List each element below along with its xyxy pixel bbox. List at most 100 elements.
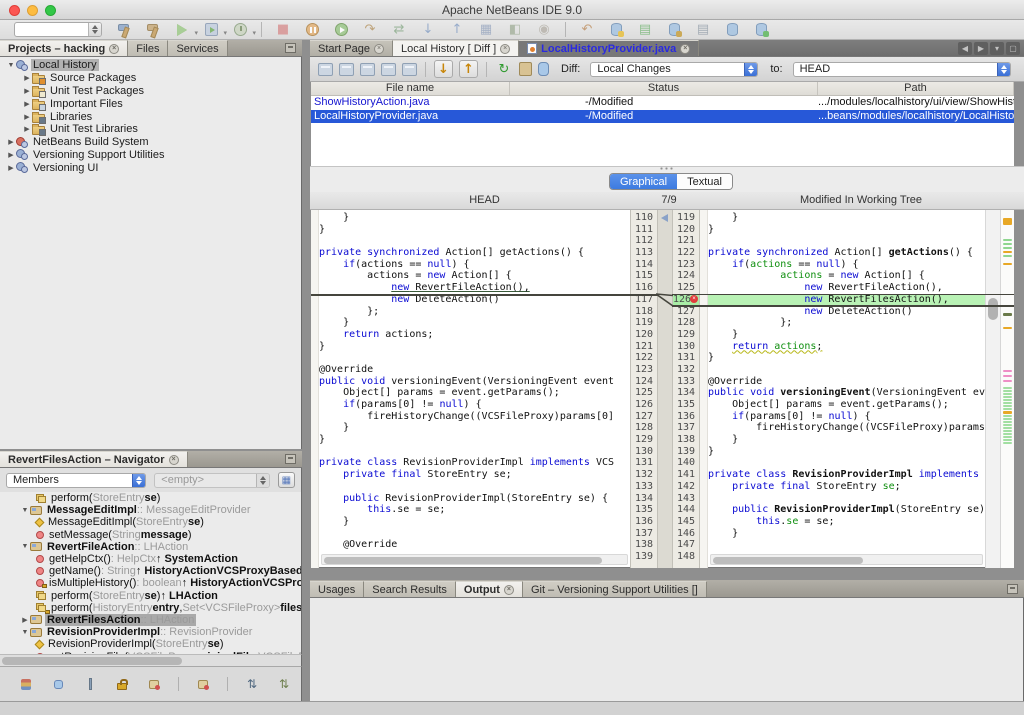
right-code-pane[interactable]: }}private synchronized Action[] getActio… bbox=[708, 210, 985, 568]
navigator-scope-combo[interactable]: Members bbox=[6, 473, 146, 488]
tab-revertfilesaction-navigator[interactable]: RevertFilesAction – Navigator× bbox=[0, 451, 188, 467]
scrollbar-thumb[interactable] bbox=[988, 298, 998, 320]
expander-icon[interactable]: ▶ bbox=[6, 164, 16, 172]
scrollbar-thumb[interactable] bbox=[324, 557, 602, 564]
db-lock-icon[interactable] bbox=[664, 21, 684, 38]
diff-target-combo[interactable]: HEAD bbox=[793, 62, 1011, 77]
code-line[interactable]: fireHistoryChange((VCSFileProxy)params[0… bbox=[319, 411, 630, 423]
stop-icon[interactable]: ■ bbox=[273, 21, 293, 38]
diff-source-combo[interactable]: Local Changes bbox=[590, 62, 758, 77]
output-panel[interactable] bbox=[310, 598, 1024, 701]
combo-stepper-icon[interactable] bbox=[256, 474, 269, 487]
open-in-editor-icon[interactable] bbox=[519, 62, 532, 76]
refresh-icon[interactable]: ↻ bbox=[495, 60, 513, 78]
right-horizontal-scrollbar[interactable] bbox=[710, 554, 983, 565]
go-previous-difference-icon[interactable]: ↑ bbox=[459, 60, 478, 78]
expander-icon[interactable]: ▼ bbox=[20, 629, 30, 636]
combo-stepper-icon[interactable] bbox=[132, 474, 145, 487]
show-non-public-members-icon[interactable] bbox=[114, 676, 130, 692]
table-row-localhistoryprovider-java[interactable]: LocalHistoryProvider.java-/Modified...be… bbox=[311, 110, 1014, 124]
graphical-toggle-button[interactable]: Graphical bbox=[610, 174, 677, 189]
sort-by-source-icon[interactable]: ⇅ bbox=[244, 676, 260, 692]
close-icon[interactable]: × bbox=[504, 585, 514, 595]
code-line[interactable]: this.se = se; bbox=[708, 516, 985, 528]
notebook-icon[interactable]: ▤ bbox=[635, 21, 655, 38]
code-line[interactable]: } bbox=[708, 329, 985, 341]
scroll-tabs-right-icon[interactable]: ▶ bbox=[974, 42, 988, 55]
code-line[interactable] bbox=[319, 235, 630, 247]
commit-icon[interactable]: ↑ bbox=[447, 21, 467, 38]
close-icon[interactable]: × bbox=[500, 44, 510, 54]
navigator-columns-button[interactable]: ▦ bbox=[278, 472, 295, 488]
navigator-filter-combo[interactable]: <empty> bbox=[154, 473, 269, 488]
code-line[interactable]: return actions; bbox=[708, 341, 985, 353]
combo-stepper-icon[interactable] bbox=[997, 63, 1010, 76]
code-line[interactable]: } bbox=[319, 516, 630, 528]
tree-item-local-history[interactable]: ▼Local History bbox=[0, 59, 301, 72]
projects-panel[interactable]: ▼Local History▶Source Packages▶Unit Test… bbox=[0, 57, 302, 449]
code-line[interactable] bbox=[708, 539, 985, 551]
clean-build-project-icon[interactable] bbox=[143, 21, 163, 38]
code-line[interactable]: } bbox=[708, 528, 985, 540]
expander-icon[interactable]: ▼ bbox=[20, 507, 30, 514]
code-line[interactable]: new DeleteAction() bbox=[319, 294, 630, 306]
right-vertical-scrollbar[interactable] bbox=[985, 210, 1000, 568]
db-icon[interactable] bbox=[722, 21, 742, 38]
code-line[interactable]: new RevertFilesAction(), bbox=[708, 294, 985, 306]
code-line[interactable]: public void versioningEvent(VersioningEv… bbox=[708, 387, 985, 399]
code-line[interactable]: new DeleteAction() bbox=[708, 306, 985, 318]
apply-changes-icon[interactable]: ◧ bbox=[505, 21, 525, 38]
navigator-horizontal-scrollbar[interactable] bbox=[0, 654, 302, 666]
close-icon[interactable]: × bbox=[109, 44, 119, 54]
code-line[interactable]: @Override bbox=[319, 364, 630, 376]
profile-project-icon[interactable]: ▾ bbox=[230, 21, 250, 38]
column-file-name[interactable]: File name bbox=[311, 82, 510, 95]
debug-project-icon[interactable]: ▾ bbox=[201, 21, 221, 38]
code-line[interactable]: if(actions == null) { bbox=[708, 259, 985, 271]
navigator-item[interactable]: perform(StoreEntry se) bbox=[0, 492, 301, 504]
tab-search-results[interactable]: Search Results bbox=[364, 581, 456, 597]
code-line[interactable]: public void versioningEvent(VersioningEv… bbox=[319, 376, 630, 388]
db-export-icon[interactable] bbox=[751, 21, 771, 38]
code-line[interactable] bbox=[319, 528, 630, 540]
splitter-grip[interactable] bbox=[659, 167, 675, 170]
expander-icon[interactable]: ▶ bbox=[22, 125, 32, 133]
list-icon[interactable]: ▤ bbox=[693, 21, 713, 38]
git-revert-icon[interactable]: ↶ bbox=[577, 21, 597, 38]
navigator-item[interactable]: MessageEditImpl(StoreEntry se) bbox=[0, 516, 301, 528]
code-line[interactable]: @Override bbox=[319, 539, 630, 551]
error-stripe[interactable] bbox=[1000, 210, 1014, 568]
navigator-item[interactable]: RevisionProviderImpl(StoreEntry se) bbox=[0, 638, 301, 650]
scroll-tabs-left-icon[interactable]: ◀ bbox=[958, 42, 972, 55]
code-line[interactable]: }; bbox=[319, 306, 630, 318]
code-line[interactable]: private class RevisionProviderImpl imple… bbox=[319, 457, 630, 469]
column-path[interactable]: Path bbox=[818, 82, 1014, 95]
table-row-showhistoryaction-java[interactable]: ShowHistoryAction.java-/Modified.../modu… bbox=[311, 96, 1014, 110]
tab-localhistoryprovider-java[interactable]: LocalHistoryProvider.java× bbox=[519, 40, 699, 56]
tree-item-netbeans-build-system[interactable]: ▶NetBeans Build System bbox=[0, 136, 301, 149]
code-line[interactable]: } bbox=[319, 434, 630, 446]
tab-output[interactable]: Output× bbox=[456, 581, 523, 597]
navigator-item[interactable]: ▼RevisionProviderImpl :: RevisionProvide… bbox=[0, 626, 301, 638]
show-inner-classes-icon[interactable] bbox=[146, 676, 162, 692]
run-project-icon[interactable]: ▾ bbox=[172, 21, 192, 38]
dropdown-arrow-icon[interactable]: ▾ bbox=[223, 29, 227, 37]
dropdown-arrow-icon[interactable]: ▾ bbox=[194, 29, 198, 37]
code-line[interactable]: private final StoreEntry se; bbox=[708, 481, 985, 493]
code-line[interactable] bbox=[708, 364, 985, 376]
tree-item-versioning-ui[interactable]: ▶Versioning UI bbox=[0, 161, 301, 174]
left-horizontal-scrollbar[interactable] bbox=[321, 554, 628, 565]
show-history-icon[interactable] bbox=[538, 62, 549, 76]
navigator-item[interactable]: perform(HistoryEntry entry, Set<VCSFileP… bbox=[0, 602, 301, 614]
expander-icon[interactable]: ▼ bbox=[20, 543, 30, 550]
group-view-icon[interactable] bbox=[381, 63, 396, 76]
close-icon[interactable]: × bbox=[680, 44, 690, 54]
code-line[interactable]: } bbox=[319, 422, 630, 434]
tree-item-source-packages[interactable]: ▶Source Packages bbox=[0, 72, 301, 85]
code-line[interactable]: } bbox=[319, 212, 630, 224]
code-line[interactable] bbox=[319, 481, 630, 493]
diff-view-icon[interactable]: ▦ bbox=[476, 21, 496, 38]
code-line[interactable] bbox=[708, 235, 985, 247]
code-line[interactable]: } bbox=[319, 224, 630, 236]
navigator-item[interactable]: getHelpCtx() : HelpCtx ↑ SystemAction bbox=[0, 553, 301, 565]
